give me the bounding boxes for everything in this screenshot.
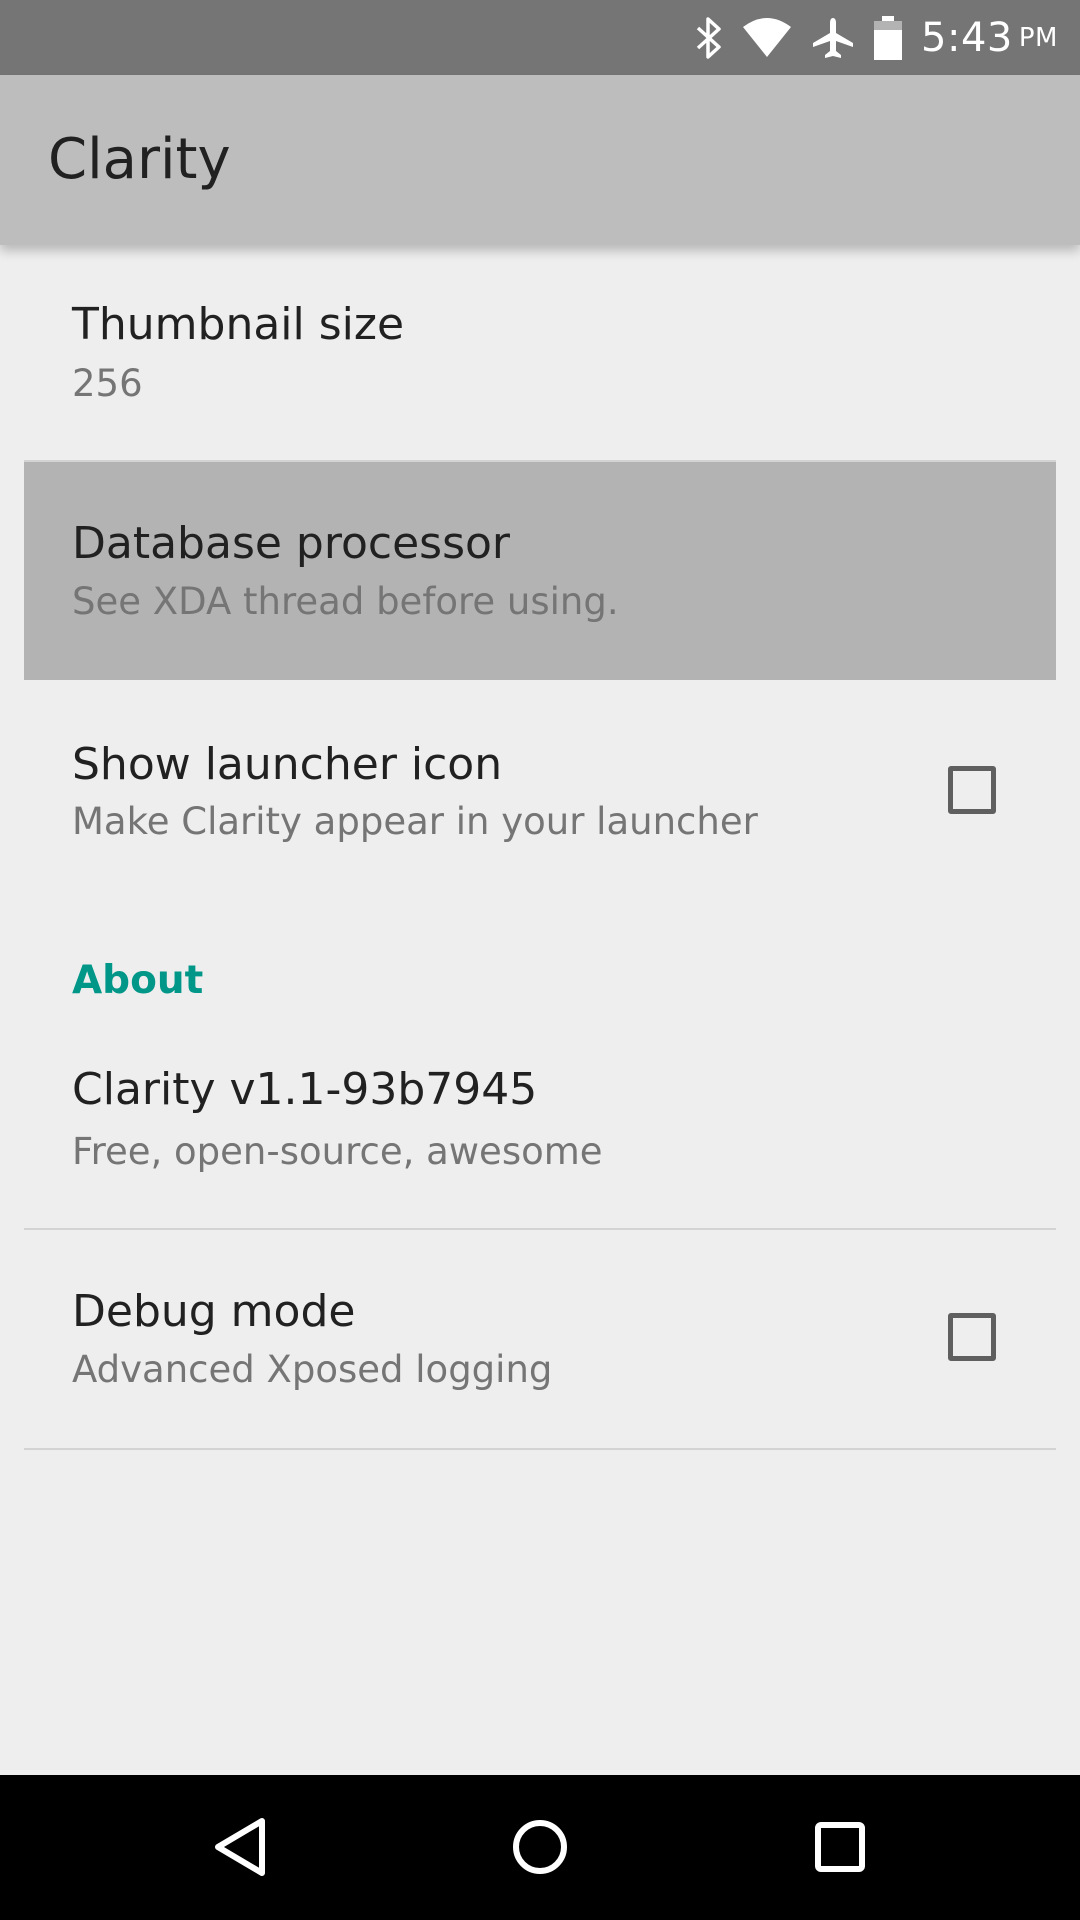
app-bar: Clarity [0,75,1080,245]
pref-title: Thumbnail size [72,299,405,350]
pref-title: Show launcher icon [72,739,503,790]
pref-debug-mode[interactable]: Debug mode Advanced Xposed logging [24,1230,1056,1448]
pref-summary: 256 [72,362,143,405]
pref-database-processor[interactable]: Database processor See XDA thread before… [24,462,1056,680]
debug-mode-checkbox[interactable] [948,1313,996,1361]
airplane-mode-icon [811,16,855,60]
show-launcher-icon-checkbox[interactable] [948,766,996,814]
pref-show-launcher-icon[interactable]: Show launcher icon Make Clarity appear i… [24,682,1056,902]
pref-title: Debug mode [72,1286,356,1337]
pref-title: Database processor [72,518,511,569]
page-title: Clarity [48,127,231,192]
clock-time: 5:43 [921,14,1013,61]
bluetooth-icon [695,16,723,59]
pref-summary: Make Clarity appear in your launcher [72,800,758,843]
pref-title: Clarity v1.1-93b7945 [72,1064,538,1115]
home-icon[interactable] [500,1807,580,1887]
status-icons: 5:43 PM [677,0,1058,75]
category-header-about: About [72,958,204,1003]
pref-version[interactable]: Clarity v1.1-93b7945 Free, open-source, … [24,1012,1056,1228]
status-bar: 5:43 PM [0,0,1080,75]
navigation-bar [0,1775,1080,1920]
pref-summary: Advanced Xposed logging [72,1348,553,1391]
clock-ampm: PM [1018,22,1058,53]
pref-summary: See XDA thread before using. [72,580,619,623]
back-icon[interactable] [200,1807,280,1887]
recents-icon[interactable] [800,1807,880,1887]
pref-summary: Free, open-source, awesome [72,1130,603,1173]
wifi-icon [741,17,793,59]
divider [24,1448,1056,1450]
pref-thumbnail-size[interactable]: Thumbnail size 256 [24,245,1056,460]
battery-icon [873,15,903,60]
clock: 5:43 PM [921,15,1058,61]
